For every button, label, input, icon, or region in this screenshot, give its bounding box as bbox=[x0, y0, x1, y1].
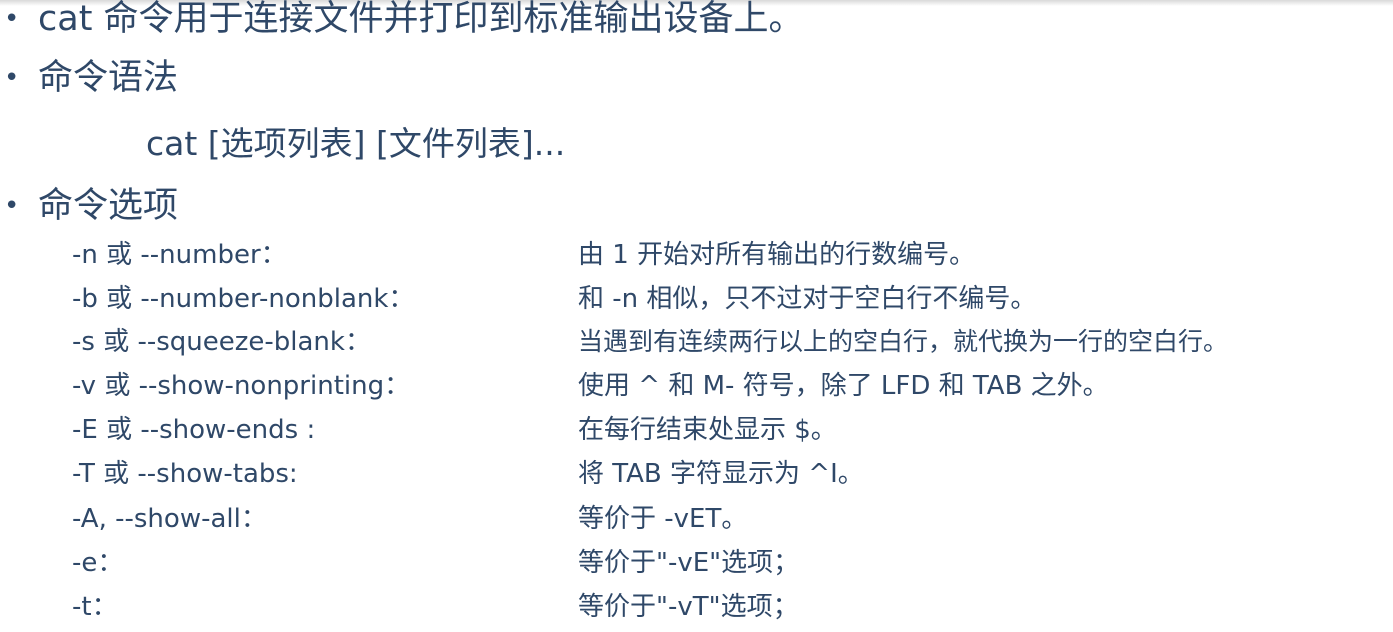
option-desc: 由 1 开始对所有输出的行数编号。 bbox=[578, 240, 976, 270]
syntax-line: cat [选项列表] [文件列表]... bbox=[146, 124, 566, 163]
syntax-heading: 命令语法 bbox=[38, 58, 179, 98]
option-desc: 使用 ^ 和 M- 符号，除了 LFD 和 TAB 之外。 bbox=[578, 371, 1109, 401]
bullet-options-heading: • 命令选项 bbox=[0, 184, 1393, 228]
option-name: -E 或 --show-ends : bbox=[72, 415, 316, 445]
option-row: -e： 等价于"-vE"选项； bbox=[0, 541, 1393, 585]
bullet-dot: • bbox=[4, 191, 20, 221]
option-desc: 当遇到有连续两行以上的空白行，就代换为一行的空白行。 bbox=[578, 327, 1229, 356]
option-desc: 和 -n 相似，只不过对于空白行不编号。 bbox=[578, 284, 1037, 314]
option-desc: 在每行结束处显示 $。 bbox=[578, 415, 837, 445]
option-row: -n 或 --number： 由 1 开始对所有输出的行数编号。 bbox=[0, 233, 1393, 277]
option-desc: 将 TAB 字符显示为 ^I。 bbox=[578, 459, 864, 489]
intro-text: cat 命令用于连接文件并打印到标准输出设备上。 bbox=[38, 0, 804, 39]
option-row: -E 或 --show-ends : 在每行结束处显示 $。 bbox=[0, 408, 1393, 452]
option-name: -v 或 --show-nonprinting： bbox=[72, 371, 411, 401]
option-row: -v 或 --show-nonprinting： 使用 ^ 和 M- 符号，除了… bbox=[0, 364, 1393, 408]
option-desc: 等价于"-vT"选项； bbox=[578, 592, 799, 622]
option-row: -T 或 --show-tabs: 将 TAB 字符显示为 ^I。 bbox=[0, 452, 1393, 496]
option-name: -T 或 --show-tabs: bbox=[72, 459, 298, 489]
option-row: -b 或 --number-nonblank： 和 -n 相似，只不过对于空白行… bbox=[0, 277, 1393, 321]
option-name: -t： bbox=[72, 592, 118, 622]
bullet-dot: • bbox=[4, 63, 20, 93]
option-row: -t： 等价于"-vT"选项； bbox=[0, 585, 1393, 629]
option-row: -s 或 --squeeze-blank： 当遇到有连续两行以上的空白行，就代换… bbox=[0, 320, 1393, 364]
option-desc: 等价于"-vE"选项； bbox=[578, 548, 800, 578]
option-row: -A, --show-all： 等价于 -vET。 bbox=[0, 497, 1393, 541]
options-heading: 命令选项 bbox=[38, 186, 179, 226]
option-name: -b 或 --number-nonblank： bbox=[72, 284, 415, 314]
bullet-dot: • bbox=[4, 4, 20, 34]
option-desc: 等价于 -vET。 bbox=[578, 504, 748, 534]
option-name: -n 或 --number： bbox=[72, 240, 287, 270]
option-name: -e： bbox=[72, 548, 124, 578]
bullet-syntax-heading: • 命令语法 bbox=[0, 56, 1393, 100]
option-name: -s 或 --squeeze-blank： bbox=[72, 327, 371, 357]
bullet-intro: • cat 命令用于连接文件并打印到标准输出设备上。 bbox=[0, 0, 1393, 41]
option-name: -A, --show-all： bbox=[72, 504, 267, 534]
